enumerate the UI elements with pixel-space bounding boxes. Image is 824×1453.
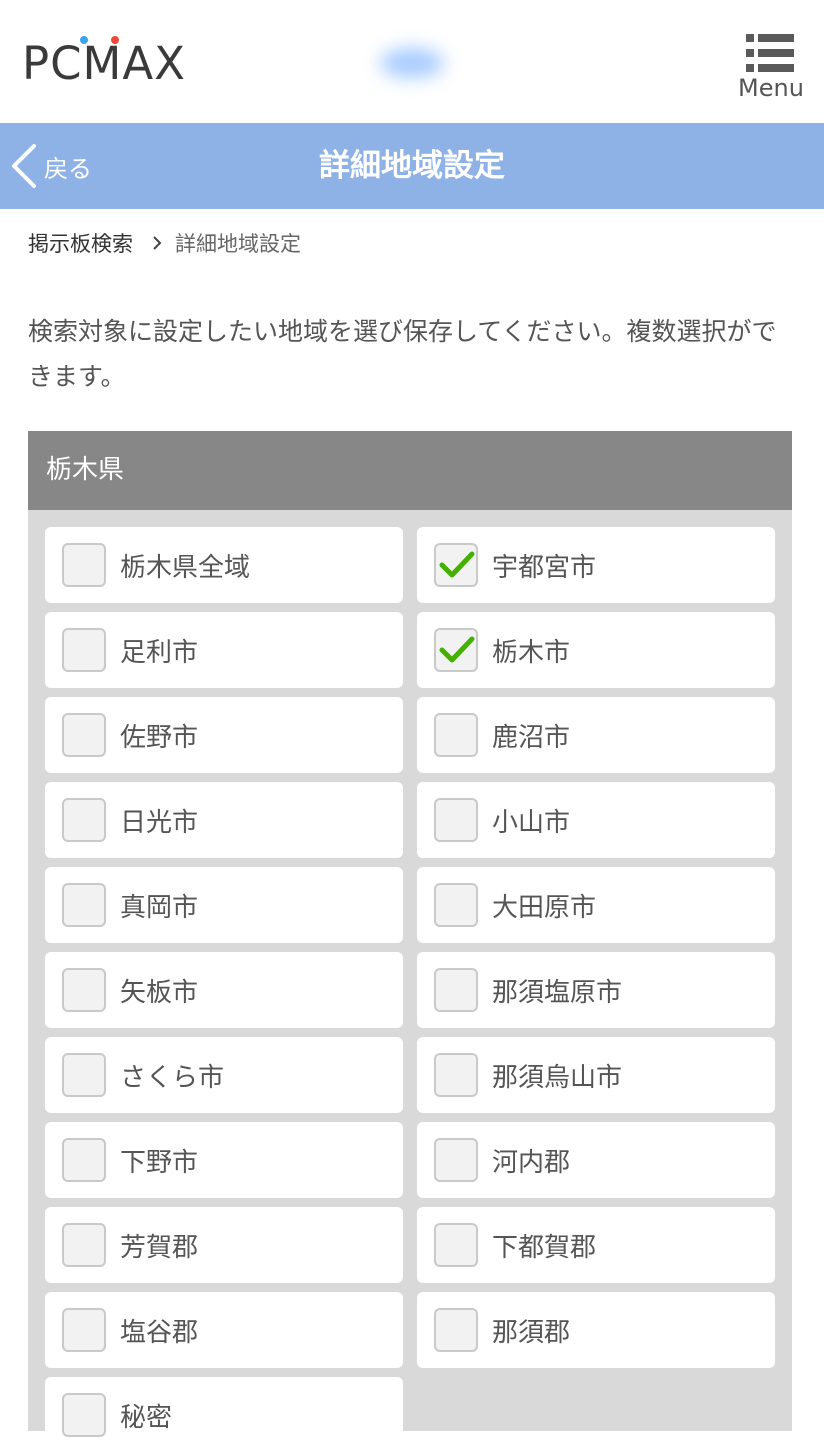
region-checkbox[interactable] — [434, 713, 478, 757]
region-checkbox[interactable] — [434, 1138, 478, 1182]
region-checkbox[interactable] — [62, 1308, 106, 1352]
region-option-label: 河内郡 — [492, 1147, 571, 1178]
region-option-label: 宇都宮市 — [492, 552, 597, 583]
chevron-right-icon — [153, 236, 162, 250]
region-option[interactable]: 佐野市 — [45, 697, 403, 773]
region-checkbox[interactable] — [62, 883, 106, 927]
region-option[interactable]: 河内郡 — [417, 1122, 775, 1198]
blurred-element — [380, 48, 444, 78]
region-checkbox[interactable] — [434, 1308, 478, 1352]
region-checkbox[interactable] — [434, 628, 478, 672]
pcmax-logo[interactable]: PCMAX — [22, 36, 186, 86]
region-checkbox[interactable] — [434, 883, 478, 927]
region-option-label: 佐野市 — [120, 722, 199, 753]
app-header: PCMAX Menu — [0, 0, 824, 123]
section-title: 栃木県 — [28, 431, 792, 510]
menu-list-icon — [746, 34, 794, 72]
region-option-label: 下野市 — [120, 1147, 199, 1178]
region-option[interactable]: 那須郡 — [417, 1292, 775, 1368]
instruction-text: 検索対象に設定したい地域を選び保存してください。複数選択ができます。 — [28, 317, 777, 391]
breadcrumb-parent-link[interactable]: 掲示板検索 — [28, 228, 133, 258]
region-option[interactable]: 日光市 — [45, 782, 403, 858]
menu-button[interactable]: Menu — [736, 30, 806, 106]
region-checkbox[interactable] — [62, 628, 106, 672]
region-option[interactable]: 鹿沼市 — [417, 697, 775, 773]
region-checkbox[interactable] — [434, 1053, 478, 1097]
region-option-label: 那須烏山市 — [492, 1062, 623, 1093]
region-option-label: 那須郡 — [492, 1317, 571, 1348]
region-option[interactable]: さくら市 — [45, 1037, 403, 1113]
region-option-label: 真岡市 — [120, 892, 199, 923]
region-option[interactable]: 栃木県全域 — [45, 527, 403, 603]
region-option[interactable]: 宇都宮市 — [417, 527, 775, 603]
region-option[interactable]: 那須塩原市 — [417, 952, 775, 1028]
logo-dot-red — [111, 36, 119, 44]
region-option-label: 那須塩原市 — [492, 977, 623, 1008]
region-option-label: 芳賀郡 — [120, 1232, 199, 1263]
region-option-label: 下都賀郡 — [492, 1232, 597, 1263]
region-checkbox[interactable] — [62, 1053, 106, 1097]
region-checkbox[interactable] — [434, 543, 478, 587]
back-button[interactable]: 戻る — [10, 141, 92, 191]
menu-label: Menu — [738, 74, 804, 102]
region-option[interactable]: 矢板市 — [45, 952, 403, 1028]
region-option-label: 秘密 — [120, 1402, 173, 1433]
region-checkbox[interactable] — [434, 1223, 478, 1267]
region-checkbox-grid: 栃木県全域 宇都宮市足利市 栃木市佐野市 鹿沼市日光市 小山市真岡市 大田原市矢板市 那須塩… — [28, 510, 792, 1453]
region-option[interactable]: 下野市 — [45, 1122, 403, 1198]
chevron-left-icon — [12, 144, 36, 188]
region-option[interactable]: 那須烏山市 — [417, 1037, 775, 1113]
region-option[interactable]: 大田原市 — [417, 867, 775, 943]
region-option[interactable]: 栃木市 — [417, 612, 775, 688]
breadcrumb-current: 詳細地域設定 — [175, 232, 301, 256]
region-option-label: 矢板市 — [120, 977, 199, 1008]
region-option-label: 栃木県全域 — [120, 552, 251, 583]
region-checkbox[interactable] — [434, 798, 478, 842]
region-option[interactable]: 塩谷郡 — [45, 1292, 403, 1368]
region-checkbox[interactable] — [62, 1393, 106, 1437]
back-label: 戻る — [44, 154, 92, 183]
region-checkbox[interactable] — [62, 798, 106, 842]
region-option[interactable]: 芳賀郡 — [45, 1207, 403, 1283]
region-checkbox[interactable] — [62, 713, 106, 757]
region-option-label: 鹿沼市 — [492, 722, 571, 753]
checkmark-icon — [439, 551, 475, 578]
title-bar: 詳細地域設定 戻る — [0, 123, 824, 209]
region-checkbox[interactable] — [62, 1138, 106, 1182]
region-option[interactable]: 下都賀郡 — [417, 1207, 775, 1283]
region-option-label: 塩谷郡 — [120, 1317, 199, 1348]
region-checkbox[interactable] — [62, 1223, 106, 1267]
region-option[interactable]: 足利市 — [45, 612, 403, 688]
region-checkbox[interactable] — [434, 968, 478, 1012]
region-option[interactable]: 小山市 — [417, 782, 775, 858]
region-option-label: 大田原市 — [492, 892, 597, 923]
region-checkbox[interactable] — [62, 968, 106, 1012]
region-checkbox[interactable] — [62, 543, 106, 587]
logo-dot-blue — [80, 36, 88, 44]
region-option-label: 小山市 — [492, 807, 571, 838]
region-option-label: 足利市 — [120, 637, 199, 668]
region-section: 栃木県 栃木県全域 宇都宮市足利市 栃木市佐野市 鹿沼市日光市 小山市真岡市 大田原市矢板… — [28, 431, 792, 1453]
logo-text: PCMAX — [22, 37, 186, 90]
region-option[interactable]: 秘密 — [45, 1377, 403, 1453]
region-option-label: さくら市 — [120, 1062, 225, 1093]
region-option-label: 栃木市 — [492, 637, 571, 668]
region-option-label: 日光市 — [120, 807, 199, 838]
region-option[interactable]: 真岡市 — [45, 867, 403, 943]
page-title: 詳細地域設定 — [319, 148, 505, 184]
checkmark-icon — [439, 636, 475, 663]
breadcrumb: 掲示板検索 詳細地域設定 — [28, 228, 301, 258]
